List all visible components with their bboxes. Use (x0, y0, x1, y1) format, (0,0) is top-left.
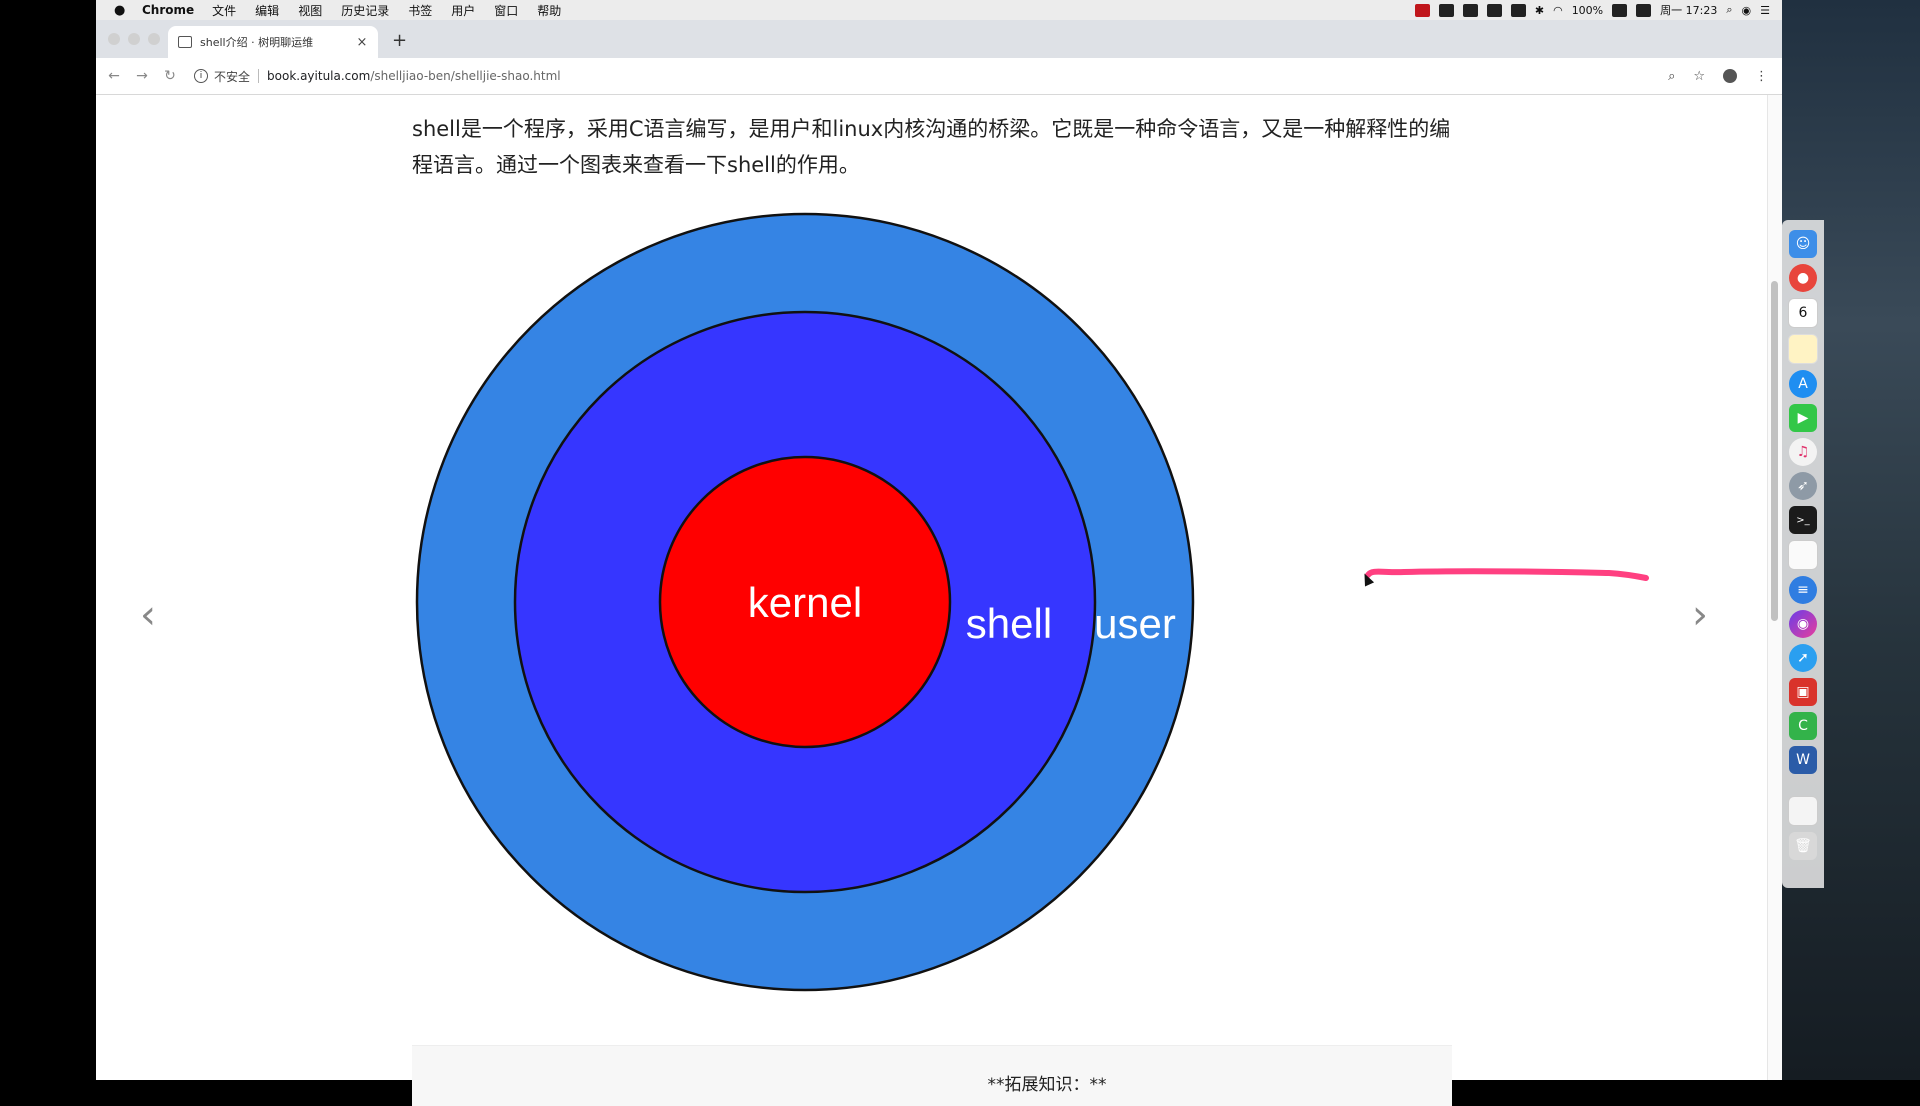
tip-heading: **拓展知识：** (987, 1075, 1107, 1095)
siri-icon[interactable]: ◉ (1742, 4, 1752, 17)
close-window-button[interactable] (108, 33, 120, 45)
menu-file[interactable]: 文件 (212, 2, 236, 19)
apple-logo-icon[interactable]: ● (114, 3, 128, 18)
toolbar-actions: ⌕ ☆ ⋮ (1668, 69, 1768, 84)
status-app-icon[interactable] (1438, 3, 1454, 17)
scrollbar-thumb[interactable] (1771, 281, 1778, 621)
siri-icon[interactable]: ◉ (1789, 610, 1817, 638)
camtasia-icon[interactable]: C (1789, 712, 1817, 740)
terminal-icon[interactable]: >_ (1789, 506, 1817, 534)
safari-icon[interactable]: ➚ (1789, 644, 1817, 672)
record-icon[interactable] (1414, 3, 1430, 17)
pen-annotation (1365, 568, 1649, 581)
finder-icon[interactable]: ☺ (1789, 230, 1817, 258)
address-bar[interactable]: i 不安全 book.ayitula.com /shelljiao-ben/sh… (194, 63, 1668, 89)
reload-button[interactable]: ↻ (156, 68, 184, 84)
tab-active[interactable]: shell介绍 · 树明聊运维 × (168, 26, 378, 58)
status-app-icon[interactable] (1462, 3, 1478, 17)
menu-window[interactable]: 窗口 (494, 2, 518, 19)
back-button[interactable]: ← (100, 68, 128, 84)
menu-history[interactable]: 历史记录 (341, 2, 389, 19)
trash-icon[interactable]: 🗑 (1789, 832, 1817, 860)
menu-view[interactable]: 视图 (298, 2, 322, 19)
tip-box: **拓展知识：** (412, 1045, 1452, 1106)
battery-percent: 100% (1571, 3, 1604, 17)
documents-icon[interactable] (1788, 796, 1818, 826)
minimize-window-button[interactable] (128, 33, 140, 45)
prev-page-button[interactable]: ‹ (140, 595, 156, 635)
chrome-icon[interactable]: ● (1789, 264, 1817, 292)
page-content: shell是一个程序，采用C语言编写，是用户和linux内核沟通的桥梁。它既是一… (96, 95, 1768, 1106)
status-area: ✱ ◠ 100% 周一 17:23 ⌕ ◉ ☰ (1414, 2, 1782, 18)
spotlight-icon[interactable]: ⌕ (1726, 3, 1732, 17)
bookmark-star-button[interactable]: ☆ (1693, 69, 1705, 84)
word-icon[interactable]: W (1789, 746, 1817, 774)
status-app-icon[interactable] (1636, 3, 1652, 17)
url-host[interactable]: book.ayitula.com (267, 69, 370, 83)
tab-title: shell介绍 · 树明聊运维 (200, 36, 314, 49)
user-label: user (1094, 600, 1176, 647)
menu-bar: ● Chrome 文件 编辑 视图 历史记录 书签 用户 窗口 帮助 ✱ ◠ 1… (96, 0, 1782, 21)
intro-paragraph: shell是一个程序，采用C语言编写，是用户和linux内核沟通的桥梁。它既是一… (412, 117, 1451, 177)
menu-app-name[interactable]: Chrome (142, 3, 194, 17)
profile-icon[interactable] (1723, 69, 1737, 83)
notes-icon[interactable] (1788, 334, 1818, 364)
tab-close-button[interactable]: × (354, 35, 370, 50)
security-label[interactable]: 不安全 (214, 68, 250, 85)
new-tab-button[interactable]: + (392, 30, 407, 51)
bluetooth-icon[interactable]: ✱ (1535, 4, 1544, 17)
wifi-icon[interactable]: ◠ (1553, 4, 1563, 17)
next-page-button[interactable]: › (1692, 595, 1708, 635)
shell-diagram: kernel shell user (415, 212, 1195, 992)
dock: ☺ ● 6 A ▶ ♫ ➶ >_ ≡ ◉ ➚ ▣ C W 🗑 (1782, 220, 1824, 888)
scrollbar[interactable] (1767, 95, 1782, 1080)
app-store-icon[interactable]: A (1789, 370, 1817, 398)
menu-people[interactable]: 用户 (451, 2, 475, 19)
url-path[interactable]: /shelljiao-ben/shelljie-shao.html (370, 69, 560, 83)
tab-strip: shell介绍 · 树明聊运维 × + (96, 20, 1782, 58)
stack-icon[interactable]: ≡ (1789, 576, 1817, 604)
textedit-icon[interactable] (1788, 540, 1818, 570)
kernel-label: kernel (748, 579, 862, 626)
itunes-icon[interactable]: ♫ (1789, 438, 1817, 466)
battery-icon[interactable] (1612, 3, 1628, 17)
calendar-icon[interactable]: 6 (1788, 298, 1818, 328)
forward-button[interactable]: → (128, 68, 156, 84)
browser-window: shell介绍 · 树明聊运维 × + ← → ↻ i 不安全 book.ayi… (96, 20, 1782, 1106)
status-app-icon[interactable] (1486, 3, 1502, 17)
divider (258, 69, 260, 83)
menu-edit[interactable]: 编辑 (255, 2, 279, 19)
menu-help[interactable]: 帮助 (537, 2, 561, 19)
notification-center-icon[interactable]: ☰ (1760, 4, 1770, 17)
menu-clock[interactable]: 周一 17:23 (1660, 2, 1717, 18)
browser-toolbar: ← → ↻ i 不安全 book.ayitula.com /shelljiao-… (96, 58, 1782, 95)
menu-bookmarks[interactable]: 书签 (408, 2, 432, 19)
chrome-menu-button[interactable]: ⋮ (1755, 69, 1768, 84)
zoom-icon[interactable]: ⌕ (1668, 69, 1675, 84)
window-controls (108, 33, 160, 45)
parallels-icon[interactable]: ▣ (1789, 678, 1817, 706)
display-icon[interactable] (1510, 3, 1526, 17)
info-icon[interactable]: i (194, 69, 208, 83)
book-icon (178, 36, 192, 48)
zoom-window-button[interactable] (148, 33, 160, 45)
launchpad-icon[interactable]: ➶ (1789, 472, 1817, 500)
facetime-icon[interactable]: ▶ (1789, 404, 1817, 432)
shell-label: shell (966, 600, 1052, 647)
